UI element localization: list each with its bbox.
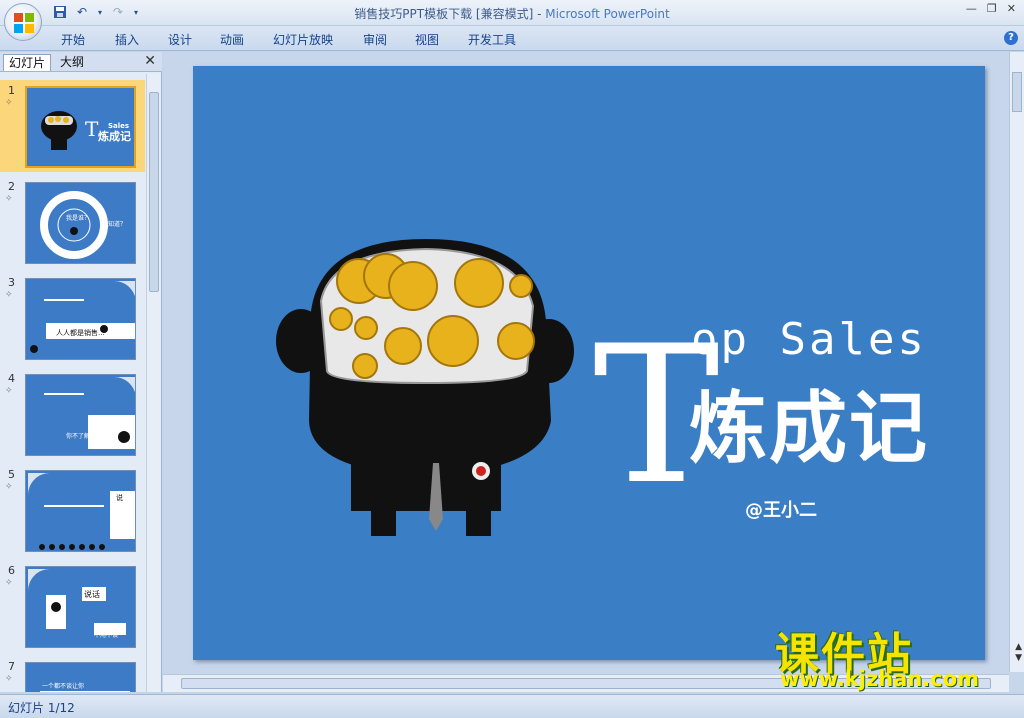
slide-preview: 人人都是销售... — [25, 278, 136, 360]
slide-number: 4 — [8, 372, 15, 385]
slide-number: 6 — [8, 564, 15, 577]
tab-slides[interactable]: 幻灯片 — [3, 54, 52, 71]
slide-thumbnail-1[interactable]: 1 ✧ T Sales 炼成记 — [0, 80, 145, 172]
next-slide-icon[interactable]: ▼ — [1015, 653, 1022, 664]
status-bar: 幻灯片 1/12 — [0, 694, 1024, 718]
ribbon-tabs: 开始 插入 设计 动画 幻灯片放映 审阅 视图 开发工具 ? — [0, 26, 1024, 51]
tab-view[interactable]: 视图 — [415, 31, 439, 48]
tab-design[interactable]: 设计 — [168, 31, 192, 48]
thumbnail-scrollbar[interactable] — [146, 74, 160, 692]
title-chinese: 炼成记 — [689, 384, 930, 474]
document-title: 销售技巧PPT模板下载 [兼容模式] — [354, 7, 534, 21]
slide-preview: 一个都不谈让你 — [25, 662, 136, 692]
slide-thumbnail-6[interactable]: 6 ✧ 说话 不用不谈 — [0, 560, 145, 652]
title-top-sales: op Sales — [691, 314, 927, 365]
restore-icon[interactable]: ❐ — [987, 2, 997, 15]
app-name: Microsoft PowerPoint — [545, 7, 670, 21]
slide-number: 7 — [8, 660, 15, 673]
close-icon[interactable]: ✕ — [1007, 2, 1016, 15]
svg-text:T: T — [85, 117, 99, 141]
thumb-title-text: 炼成记 — [98, 130, 131, 143]
slide-preview: 我是谁？ 知道？ — [25, 182, 136, 264]
thumb-text: 知道？ — [108, 221, 127, 228]
vertical-scrollbar[interactable] — [1009, 52, 1024, 672]
animation-star-icon: ✧ — [5, 578, 13, 588]
slide-thumbnail-4[interactable]: 4 ✧ 你不了解我们 — [0, 368, 145, 460]
slide-thumbnail-7[interactable]: 7 ✧ 一个都不谈让你 — [0, 656, 145, 692]
animation-star-icon: ✧ — [5, 386, 13, 396]
thumb-text: 不用不谈 — [94, 632, 119, 639]
animation-star-icon: ✧ — [5, 674, 13, 684]
slide-preview: 说 — [25, 470, 136, 552]
window-title: 销售技巧PPT模板下载 [兼容模式] - Microsoft PowerPoin… — [0, 5, 1024, 22]
slide-navigation: ▲ ▼ — [1015, 642, 1022, 664]
slide-thumbnail-3[interactable]: 3 ✧ 人人都是销售... — [0, 272, 145, 364]
slide-editor: T op Sales 炼成记 @王小二 ▲ ▼ — [163, 52, 1024, 692]
animation-star-icon: ✧ — [5, 482, 13, 492]
thumb-text: 人人都是销售... — [56, 329, 105, 337]
slide-thumbnails: 1 ✧ T Sales 炼成记 2 ✧ 我是谁？ 知道？ 3 ✧ 人人都是销售.… — [0, 74, 145, 692]
tab-home[interactable]: 开始 — [61, 31, 85, 48]
tab-developer[interactable]: 开发工具 — [468, 31, 516, 48]
slide-thumbnail-5[interactable]: 5 ✧ 说 — [0, 464, 145, 556]
money-head-character-illustration — [276, 239, 574, 536]
author-label: @王小二 — [745, 500, 817, 521]
slide-number: 1 — [8, 84, 15, 97]
thumb-text: 说话 — [84, 590, 100, 599]
title-separator: - — [533, 7, 546, 21]
panel-tabs: 幻灯片 大纲 ✕ — [0, 52, 162, 72]
minimize-icon[interactable]: — — [966, 2, 977, 15]
previous-slide-icon[interactable]: ▲ — [1015, 642, 1022, 653]
window-controls: — ❐ ✕ — [966, 2, 1016, 15]
thumb-text: 你不了解我们 — [66, 433, 103, 440]
office-button[interactable] — [4, 3, 42, 41]
slide-counter: 幻灯片 1/12 — [8, 701, 75, 715]
animation-star-icon: ✧ — [5, 194, 13, 204]
title-bar: ↶ ▾ ↷ ▾ 销售技巧PPT模板下载 [兼容模式] - Microsoft P… — [0, 0, 1024, 26]
slide-preview: 你不了解我们 — [25, 374, 136, 456]
scroll-thumb[interactable] — [1012, 72, 1022, 112]
tab-review[interactable]: 审阅 — [363, 31, 387, 48]
thumb-text: 说 — [116, 494, 123, 502]
slide-preview: T Sales 炼成记 — [25, 86, 136, 168]
slide-preview: 说话 不用不谈 — [25, 566, 136, 648]
animation-star-icon: ✧ — [5, 290, 13, 300]
help-icon[interactable]: ? — [1004, 31, 1018, 45]
slide-thumbnail-2[interactable]: 2 ✧ 我是谁？ 知道？ — [0, 176, 145, 268]
tab-insert[interactable]: 插入 — [115, 31, 139, 48]
powerpoint-window: ↶ ▾ ↷ ▾ 销售技巧PPT模板下载 [兼容模式] - Microsoft P… — [0, 0, 1024, 718]
animation-star-icon: ✧ — [5, 98, 13, 108]
close-panel-icon[interactable]: ✕ — [144, 53, 156, 69]
tab-outline[interactable]: 大纲 — [55, 54, 89, 71]
watermark-url: www.kjzhan.com — [780, 667, 980, 691]
slide-number: 5 — [8, 468, 15, 481]
scroll-thumb[interactable] — [149, 92, 159, 292]
slides-panel: 幻灯片 大纲 ✕ 1 ✧ T Sales 炼成记 2 ✧ 我是谁？ 知道？ 3 … — [0, 52, 162, 692]
tab-slideshow[interactable]: 幻灯片放映 — [273, 31, 333, 48]
office-logo-icon — [14, 13, 34, 33]
slide-number: 3 — [8, 276, 15, 289]
tab-animation[interactable]: 动画 — [220, 31, 244, 48]
thumb-text: 我是谁？ — [66, 215, 91, 222]
slide-number: 2 — [8, 180, 15, 193]
thumb-text: 一个都不谈让你 — [42, 683, 85, 690]
current-slide[interactable]: T op Sales 炼成记 @王小二 — [193, 66, 985, 660]
